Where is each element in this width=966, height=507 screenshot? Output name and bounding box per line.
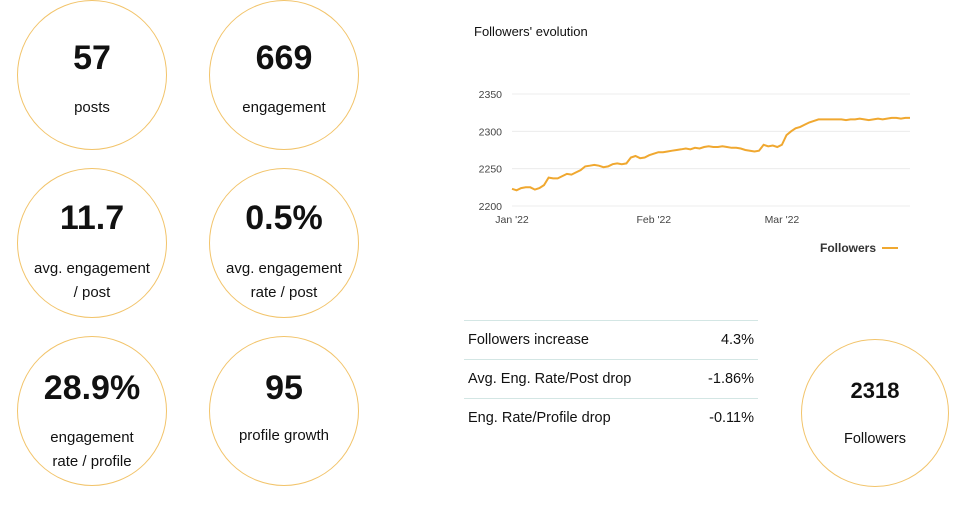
chart-grid xyxy=(512,93,910,207)
metric-label: posts xyxy=(74,99,110,116)
table-row: Avg. Eng. Rate/Post drop -1.86% xyxy=(464,359,758,398)
metric-label: profile growth xyxy=(238,427,330,444)
followers-line-chart: 2200 2250 2300 2350 Jan '22 Feb '22 Mar '22 xyxy=(479,89,910,226)
stat-value: -0.11% xyxy=(709,410,754,426)
y-tick-label: 2200 xyxy=(479,201,503,213)
followers-series-line xyxy=(511,116,910,192)
x-tick-label: Feb '22 xyxy=(636,214,671,226)
stat-label: Followers increase xyxy=(468,332,589,348)
metric-engagement: 669 engagement xyxy=(209,0,359,150)
x-tick-label: Mar '22 xyxy=(765,214,800,226)
metric-avg-engagement-post: 11.7 avg. engagement / post xyxy=(17,168,167,318)
x-axis: Jan '22 Feb '22 Mar '22 xyxy=(495,214,799,226)
chart-legend: Followers xyxy=(820,241,899,255)
metric-label-line2: rate / post xyxy=(250,284,318,301)
metric-label-line1: avg. engagement xyxy=(34,260,150,277)
metric-value: 11.7 xyxy=(59,199,125,237)
metric-profile-growth: 95 profile growth xyxy=(209,336,359,486)
metric-label-line1: engagement xyxy=(50,429,134,446)
stat-value: 4.3% xyxy=(720,332,754,348)
y-axis: 2200 2250 2300 2350 xyxy=(479,89,503,213)
legend-swatch xyxy=(882,247,899,249)
followers-card: 2318 Followers xyxy=(801,339,949,487)
metric-label-line1: avg. engagement xyxy=(226,260,342,277)
metric-value: 95 xyxy=(265,369,303,407)
metric-value: 669 xyxy=(255,39,313,77)
x-tick-label: Jan '22 xyxy=(495,214,529,226)
y-tick-label: 2250 xyxy=(479,164,503,176)
chart-title: Followers' evolution xyxy=(474,24,588,39)
table-row: Eng. Rate/Profile drop -0.11% xyxy=(464,398,758,437)
y-tick-label: 2300 xyxy=(479,126,503,138)
metric-label-line2: rate / profile xyxy=(52,453,132,470)
metric-value: 28.9% xyxy=(43,369,141,407)
metric-posts: 57 posts xyxy=(17,0,167,150)
table-row: Followers increase 4.3% xyxy=(464,320,758,359)
metric-value: 57 xyxy=(73,39,111,77)
followers-label: Followers xyxy=(843,431,907,447)
stat-value: -1.86% xyxy=(708,371,754,387)
metric-value: 0.5% xyxy=(245,199,323,237)
metric-engagement-rate-profile: 28.9% engagement rate / profile xyxy=(17,336,167,486)
metric-avg-engagement-rate-post: 0.5% avg. engagement rate / post xyxy=(209,168,359,318)
stats-table: Followers increase 4.3% Avg. Eng. Rate/P… xyxy=(464,320,758,437)
followers-value: 2318 xyxy=(850,378,900,403)
stat-label: Avg. Eng. Rate/Post drop xyxy=(468,371,632,387)
legend-label: Followers xyxy=(820,241,877,255)
stat-label: Eng. Rate/Profile drop xyxy=(468,410,611,426)
metric-label-line2: / post xyxy=(73,284,111,301)
y-tick-label: 2350 xyxy=(479,89,503,101)
metric-label: engagement xyxy=(242,99,326,116)
